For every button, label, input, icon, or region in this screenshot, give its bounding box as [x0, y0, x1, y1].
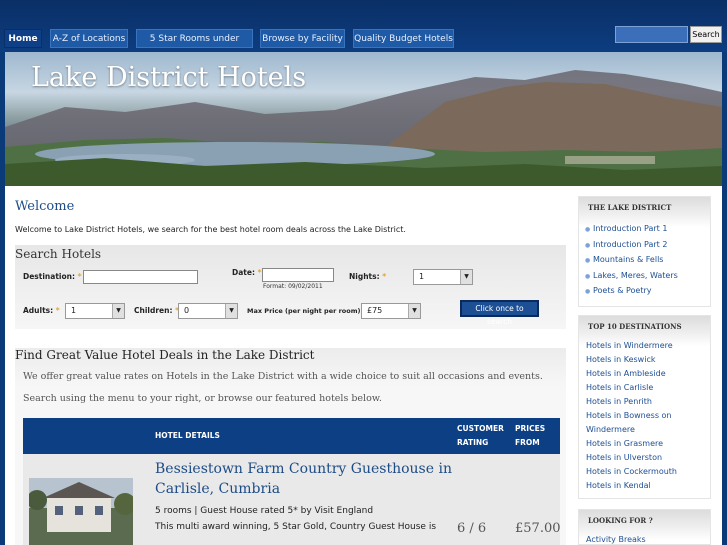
adults-select[interactable]: 1 ▼: [65, 303, 125, 319]
destination-link[interactable]: Hotels in Ulverston: [586, 453, 662, 462]
site-search-input[interactable]: [615, 26, 688, 43]
nights-label: Nights: *: [349, 272, 387, 281]
header-hotel-details: HOTEL DETAILS: [155, 431, 220, 440]
destination-input[interactable]: [83, 270, 198, 284]
hotel-price: £57.00: [515, 521, 561, 536]
max-price-select[interactable]: £75 ▼: [361, 303, 421, 319]
sidebar-item-lakes[interactable]: Lakes, Meres, Waters: [585, 271, 678, 280]
top-navigation: Home A-Z of Locations 5 Star Rooms under…: [0, 0, 727, 63]
lake-district-box: THE LAKE DISTRICT Introduction Part 1 In…: [578, 196, 711, 307]
hotel-description: This multi award winning, 5 Star Gold, C…: [155, 522, 437, 532]
header-rating: RATING: [457, 438, 489, 447]
chevron-down-icon: ▼: [225, 304, 237, 318]
destination-label: Destination: *: [23, 272, 82, 281]
search-hotels-heading: Search Hotels: [15, 247, 102, 261]
destination-link[interactable]: Hotels in Carlisle: [586, 383, 653, 392]
destination-link[interactable]: Windermere: [586, 425, 635, 434]
hotel-meta: 5 rooms | Guest House rated 5* by Visit …: [155, 506, 374, 516]
activity-breaks-link[interactable]: Activity Breaks: [586, 535, 646, 544]
top-destinations-heading: TOP 10 DESTINATIONS: [588, 322, 682, 331]
tab-5-star-rooms[interactable]: 5 Star Rooms under £100: [136, 29, 253, 63]
tab-browse-by-facility[interactable]: Browse by Facility: [260, 29, 345, 48]
destination-link[interactable]: Hotels in Kendal: [586, 481, 651, 490]
hotel-rating: 6 / 6: [457, 521, 487, 536]
date-input[interactable]: [262, 268, 334, 282]
destination-link[interactable]: Hotels in Bowness on: [586, 411, 672, 420]
tab-quality-budget-hotels[interactable]: Quality Budget Hotels: [353, 29, 454, 48]
header-from: FROM: [515, 438, 540, 447]
hotel-name-link[interactable]: Bessiestown Farm Country Guesthouse in C…: [155, 459, 455, 499]
date-format-hint: Format: 09/02/2011: [263, 283, 323, 290]
site-title: Lake District Hotels: [31, 62, 307, 93]
sidebar-item-intro-1[interactable]: Introduction Part 1: [585, 224, 667, 233]
sidebar-item-intro-2[interactable]: Introduction Part 2: [585, 240, 667, 249]
sidebar-item-poets[interactable]: Poets & Poetry: [585, 286, 651, 295]
hotel-photo: [29, 478, 133, 545]
looking-for-heading: LOOKING FOR ?: [588, 516, 653, 525]
sidebar: THE LAKE DISTRICT Introduction Part 1 In…: [574, 186, 722, 545]
lake-district-heading: THE LAKE DISTRICT: [588, 203, 672, 212]
welcome-heading: Welcome: [15, 199, 75, 214]
chevron-down-icon: ▼: [112, 304, 124, 318]
date-label: Date: *: [232, 268, 262, 277]
welcome-text: Welcome to Lake District Hotels, we sear…: [15, 225, 406, 234]
main-content: Welcome Welcome to Lake District Hotels,…: [5, 186, 574, 545]
tab-home[interactable]: Home: [4, 29, 42, 48]
destination-link[interactable]: Hotels in Penrith: [586, 397, 652, 406]
search-hotels-panel: Search Hotels Destination: * Date: * For…: [15, 245, 566, 329]
children-select[interactable]: 0 ▼: [178, 303, 238, 319]
destination-link[interactable]: Hotels in Keswick: [586, 355, 655, 364]
sidebar-item-mountains[interactable]: Mountains & Fells: [585, 255, 664, 264]
adults-label: Adults: *: [23, 306, 60, 315]
hotel-table-header: HOTEL DETAILS CUSTOMER RATING PRICES FRO…: [23, 418, 560, 454]
table-row[interactable]: Bessiestown Farm Country Guesthouse in C…: [23, 454, 561, 545]
chevron-down-icon: ▼: [408, 304, 420, 318]
featured-deals-panel: Find Great Value Hotel Deals in the Lake…: [15, 348, 566, 545]
site-search-button[interactable]: Search: [690, 26, 722, 43]
destination-link[interactable]: Hotels in Cockermouth: [586, 467, 677, 476]
search-submit-button[interactable]: Click once to search: [460, 300, 539, 326]
destination-link[interactable]: Hotels in Windermere: [586, 341, 673, 350]
destination-link[interactable]: Hotels in Grasmere: [586, 439, 663, 448]
top-destinations-box: TOP 10 DESTINATIONS Hotels in Windermere…: [578, 315, 711, 499]
deals-intro-text: We offer great value rates on Hotels in …: [23, 371, 543, 382]
looking-for-box: LOOKING FOR ? Activity Breaks: [578, 509, 711, 545]
tab-a-z-locations[interactable]: A-Z of Locations: [50, 29, 128, 48]
max-price-label: Max Price (per night per room):: [247, 307, 364, 315]
header-prices: PRICES: [515, 424, 546, 433]
header-banner: Lake District Hotels: [5, 52, 722, 186]
destination-link[interactable]: Hotels in Ambleside: [586, 369, 666, 378]
deals-heading: Find Great Value Hotel Deals in the Lake…: [15, 348, 315, 362]
deals-instruction-text: Search using the menu to your right, or …: [23, 393, 382, 404]
chevron-down-icon: ▼: [460, 270, 472, 284]
children-label: Children: *: [134, 306, 179, 315]
header-customer-rating: CUSTOMER: [457, 424, 504, 433]
nights-select[interactable]: 1 ▼: [413, 269, 473, 285]
